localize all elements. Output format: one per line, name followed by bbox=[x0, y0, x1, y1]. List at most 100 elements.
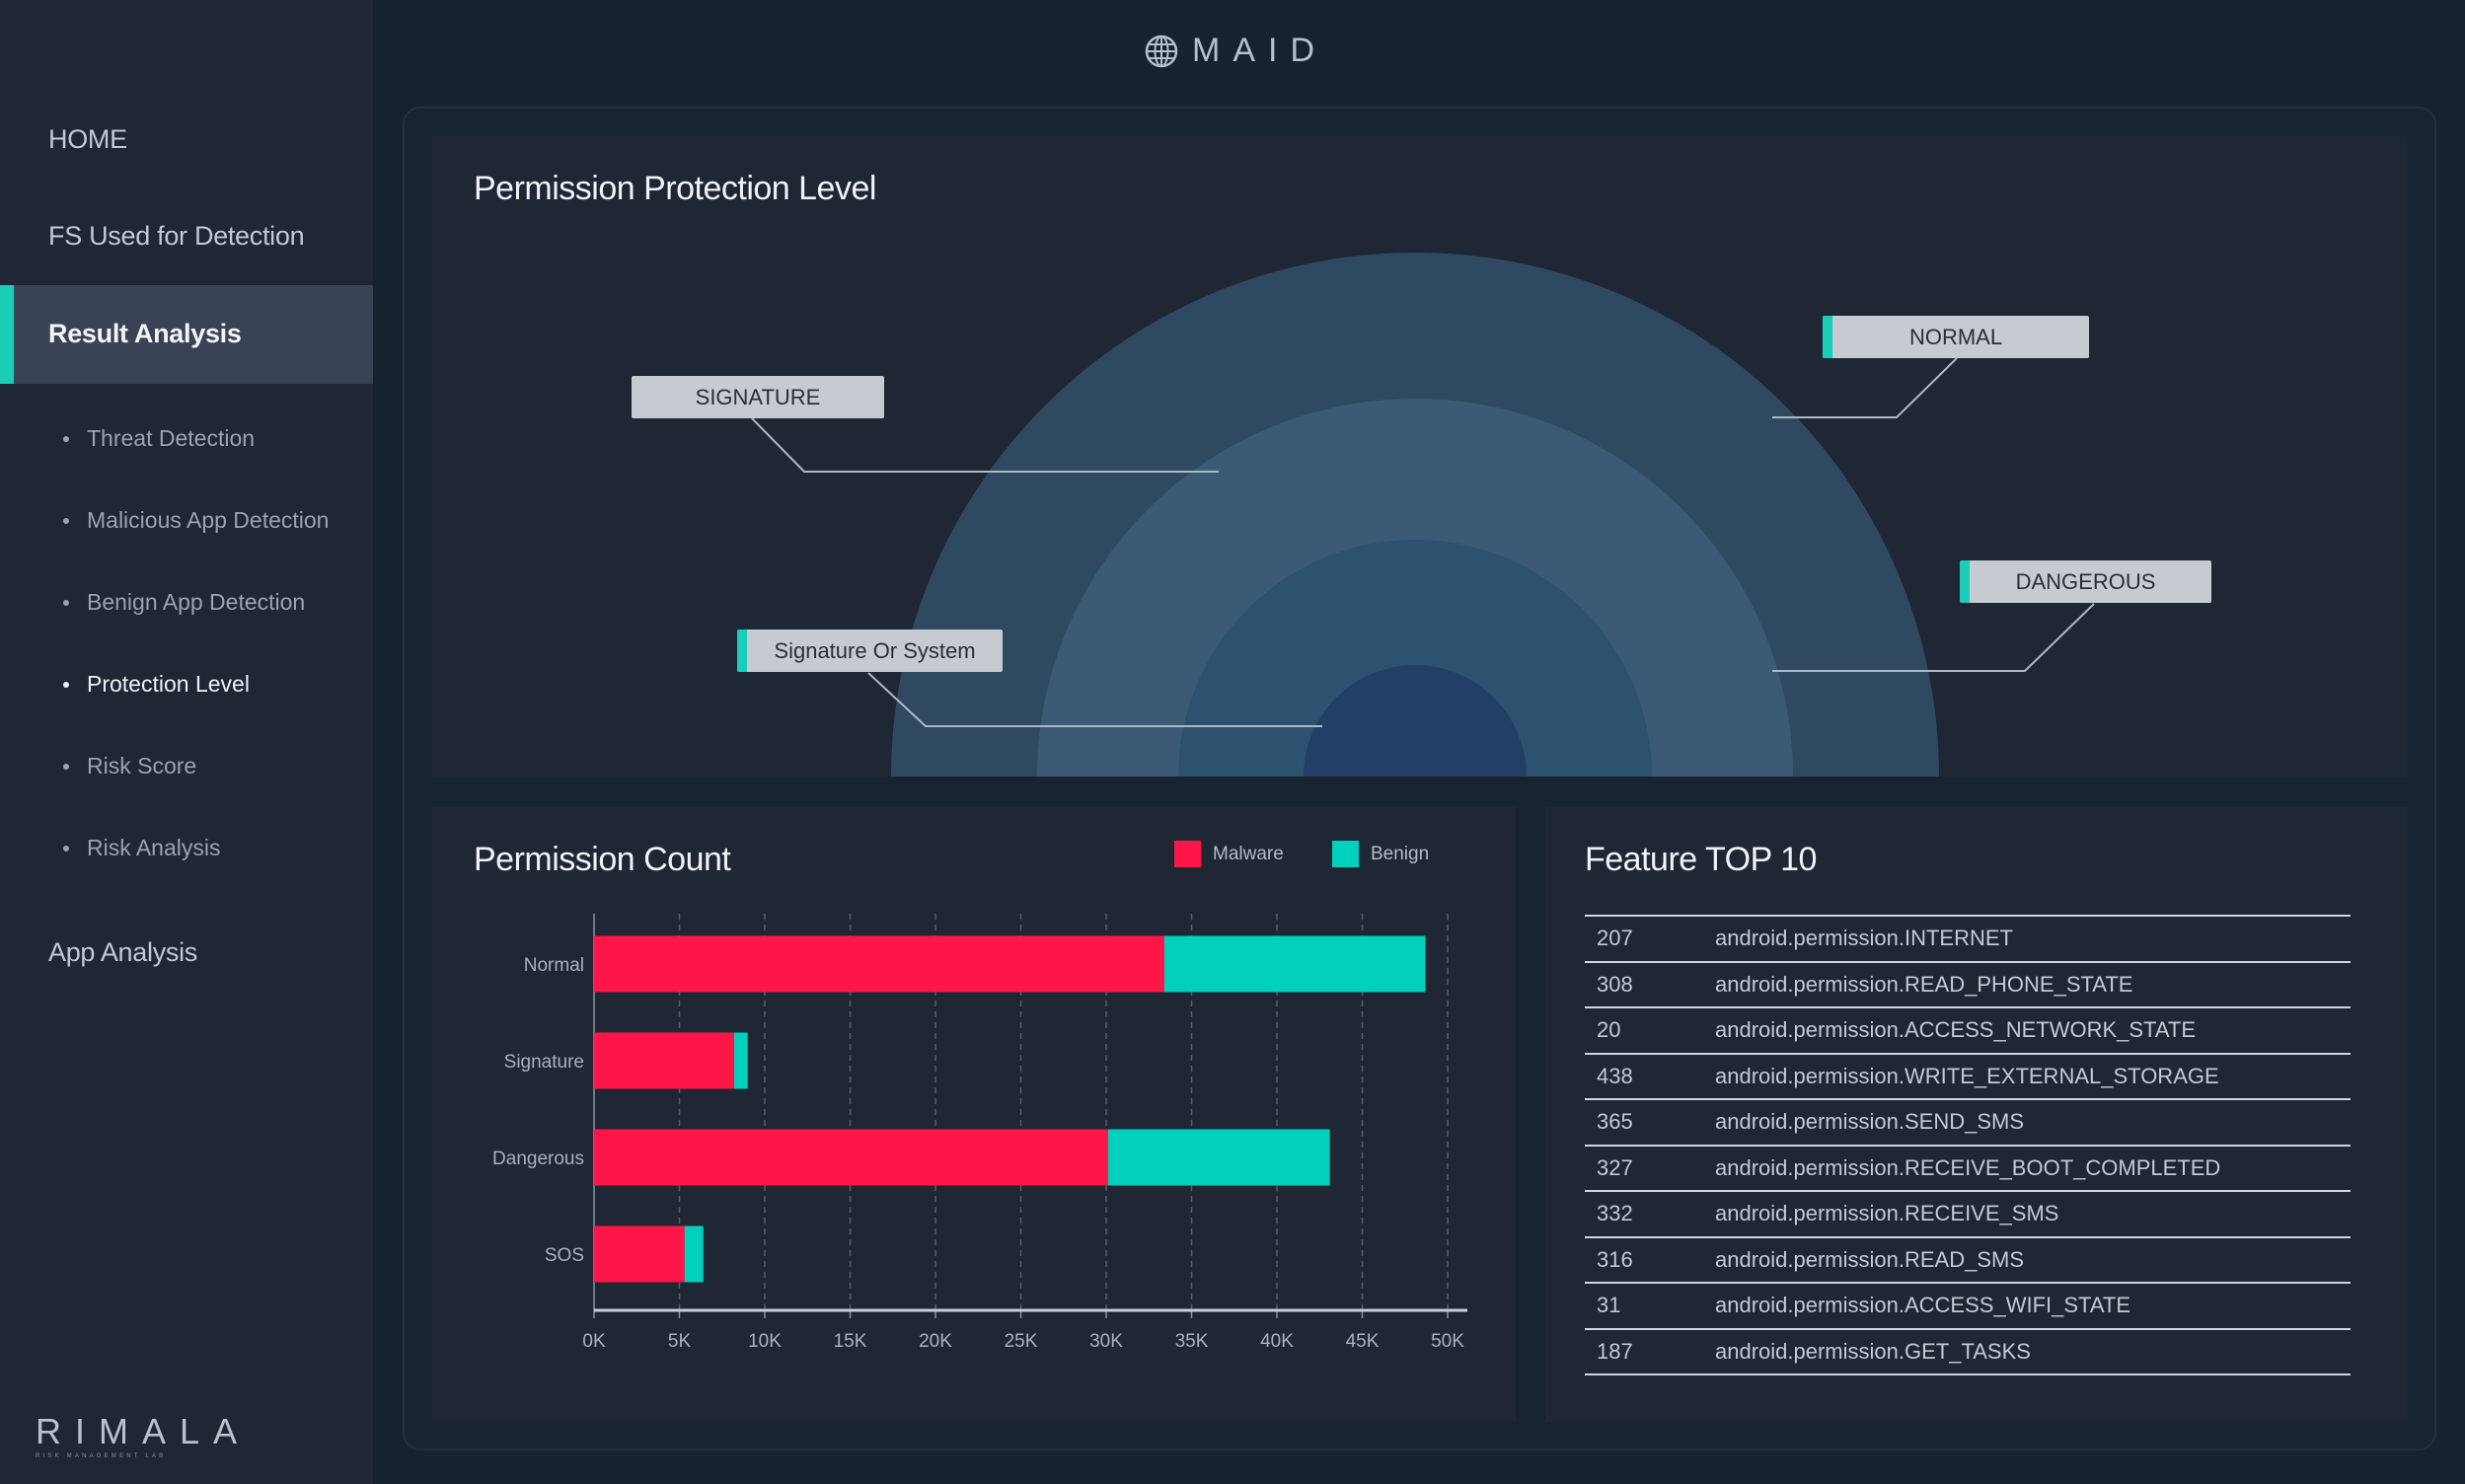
globe-icon bbox=[1145, 35, 1178, 67]
bullet-icon bbox=[63, 763, 69, 770]
bar-benign-dangerous[interactable] bbox=[1107, 1129, 1330, 1186]
app-title: MAID bbox=[1192, 32, 1327, 69]
protection-level-diagram bbox=[751, 253, 2095, 777]
permission-count-chart: 0K 5K 10K 15K 20K 25K 30K 35K 40K 45K 50K Normal Sig… bbox=[492, 914, 1467, 1352]
label-signature[interactable]: SIGNATURE bbox=[632, 376, 884, 418]
bar-malware-sos[interactable] bbox=[594, 1225, 685, 1283]
sidebar-subitem-label: Protection Level bbox=[87, 671, 250, 697]
label-dangerous[interactable]: DANGEROUS bbox=[1960, 560, 2211, 603]
feature-permission: android.permission.SEND_SMS bbox=[1715, 1109, 2025, 1135]
feature-permission: android.permission.ACCESS_NETWORK_STATE bbox=[1715, 1017, 2196, 1043]
feature-id: 20 bbox=[1597, 1017, 1621, 1043]
y-category-label: Normal bbox=[524, 955, 584, 976]
app-header: MAID bbox=[1145, 32, 1327, 70]
x-tick-label: 30K bbox=[1089, 1331, 1123, 1352]
leader-line-normal bbox=[1772, 357, 1958, 418]
label-normal[interactable]: NORMAL bbox=[1823, 316, 2089, 358]
sidebar-subitem-label: Benign App Detection bbox=[87, 589, 306, 615]
feature-id: 316 bbox=[1597, 1246, 1633, 1272]
x-tick-label: 25K bbox=[1005, 1331, 1038, 1352]
x-tick-label: 5K bbox=[668, 1331, 692, 1352]
sidebar-item-label: Result Analysis bbox=[48, 319, 242, 348]
sidebar-subitem-malicious-app-detection[interactable]: Malicious App Detection bbox=[63, 507, 329, 534]
feature-permission: android.permission.ACCESS_WIFI_STATE bbox=[1715, 1293, 2130, 1318]
feature-id: 308 bbox=[1597, 971, 1633, 997]
feature-permission: android.permission.RECEIVE_SMS bbox=[1715, 1201, 2059, 1226]
feature-id: 365 bbox=[1597, 1109, 1633, 1135]
feature-id: 207 bbox=[1597, 926, 1633, 951]
feature-permission: android.permission.WRITE_EXTERNAL_STORAG… bbox=[1715, 1063, 2219, 1088]
sidebar-item-app-analysis[interactable]: App Analysis bbox=[48, 937, 197, 968]
x-tick-label: 45K bbox=[1346, 1331, 1380, 1352]
x-tick-label: 40K bbox=[1260, 1331, 1294, 1352]
feature-id: 327 bbox=[1597, 1154, 1633, 1180]
table-row[interactable]: 327 android.permission.RECEIVE_BOOT_COMPL… bbox=[1585, 1147, 2351, 1192]
bullet-icon bbox=[63, 599, 69, 606]
feature-id: 187 bbox=[1597, 1338, 1633, 1364]
table-row[interactable]: 207 android.permission.INTERNET bbox=[1585, 917, 2351, 963]
table-row[interactable]: 438 android.permission.WRITE_EXTERNAL_STO… bbox=[1585, 1055, 2351, 1100]
sidebar-subitem-label: Malicious App Detection bbox=[87, 507, 330, 533]
label-text: DANGEROUS bbox=[2015, 568, 2156, 594]
table-row[interactable]: 365 android.permission.SEND_SMS bbox=[1585, 1100, 2351, 1147]
sidebar-subitem-label: Threat Detection bbox=[87, 425, 256, 451]
table-row[interactable]: 20 android.permission.ACCESS_NETWORK_STAT… bbox=[1585, 1008, 2351, 1055]
table-row[interactable]: 316 android.permission.READ_SMS bbox=[1585, 1238, 2351, 1284]
sidebar-subitem-label: Risk Score bbox=[87, 753, 197, 779]
accent-bar bbox=[1823, 316, 1832, 358]
accent-bar bbox=[1960, 560, 1970, 603]
bar-malware-normal[interactable] bbox=[594, 935, 1164, 993]
x-tick-label: 10K bbox=[748, 1331, 782, 1352]
app-root: HOME FS Used for Detection Result Analys… bbox=[0, 0, 2465, 1484]
sidebar-subitem-protection-level[interactable]: Protection Level bbox=[63, 671, 250, 698]
bullet-icon bbox=[63, 681, 69, 688]
active-indicator bbox=[0, 285, 14, 384]
label-text: Signature Or System bbox=[774, 637, 976, 663]
sidebar-subitem-benign-app-detection[interactable]: Benign App Detection bbox=[63, 589, 305, 616]
y-category-label: Dangerous bbox=[492, 1149, 584, 1169]
x-tick-label: 35K bbox=[1175, 1331, 1209, 1352]
brand-logo: RIMALA RISK MANAGEMENT LAB bbox=[36, 1411, 251, 1459]
feature-top10-title: Feature TOP 10 bbox=[1585, 841, 1817, 878]
feature-id: 31 bbox=[1597, 1293, 1621, 1318]
label-text: NORMAL bbox=[1908, 324, 2003, 349]
y-category-label: Signature bbox=[504, 1052, 584, 1073]
sidebar-item-result-analysis[interactable]: Result Analysis bbox=[0, 285, 373, 384]
x-tick-label: 50K bbox=[1431, 1331, 1464, 1352]
table-row[interactable]: 332 android.permission.RECEIVE_SMS bbox=[1585, 1192, 2351, 1238]
bullet-icon bbox=[63, 435, 69, 442]
feature-id: 332 bbox=[1597, 1201, 1633, 1226]
feature-permission: android.permission.GET_TASKS bbox=[1715, 1338, 2031, 1364]
bullet-icon bbox=[63, 845, 69, 852]
bar-malware-signature[interactable] bbox=[594, 1032, 734, 1089]
x-tick-label: 15K bbox=[834, 1331, 867, 1352]
sidebar-subitem-label: Risk Analysis bbox=[87, 835, 221, 860]
bar-benign-normal[interactable] bbox=[1163, 935, 1426, 993]
table-row[interactable]: 187 android.permission.GET_TASKS bbox=[1585, 1330, 2351, 1375]
bar-benign-signature[interactable] bbox=[733, 1032, 748, 1089]
sidebar-item-fs-used-for-detection[interactable]: FS Used for Detection bbox=[48, 221, 305, 252]
label-text: SIGNATURE bbox=[695, 384, 821, 409]
sidebar-item-home[interactable]: HOME bbox=[48, 124, 127, 155]
feature-permission: android.permission.INTERNET bbox=[1715, 926, 2013, 951]
permission-count-card: Permission Count Malware Benign 0K 5K 10K 1… bbox=[432, 807, 1516, 1422]
sidebar-subitem-risk-score[interactable]: Risk Score bbox=[63, 753, 196, 779]
feature-permission: android.permission.RECEIVE_BOOT_COMPLETE… bbox=[1715, 1154, 2221, 1180]
sidebar-subitem-risk-analysis[interactable]: Risk Analysis bbox=[63, 835, 220, 861]
bar-benign-sos[interactable] bbox=[684, 1225, 704, 1283]
x-tick-label: 0K bbox=[582, 1331, 606, 1352]
bullet-icon bbox=[63, 517, 69, 524]
y-category-label: SOS bbox=[545, 1245, 584, 1266]
x-tick-label: 20K bbox=[919, 1331, 952, 1352]
sidebar-subitem-threat-detection[interactable]: Threat Detection bbox=[63, 425, 255, 452]
table-row[interactable]: 308 android.permission.READ_PHONE_STATE bbox=[1585, 963, 2351, 1008]
brand-name: RIMALA bbox=[36, 1411, 252, 1451]
bar-malware-dangerous[interactable] bbox=[594, 1129, 1108, 1186]
feature-permission: android.permission.READ_PHONE_STATE bbox=[1715, 971, 2133, 997]
feature-table: 207 android.permission.INTERNET 308 android… bbox=[1585, 915, 2351, 1375]
protection-level-card: Permission Protection Level SIGNATURE Si… bbox=[432, 136, 2408, 777]
label-signature-or-system[interactable]: Signature Or System bbox=[737, 630, 1003, 672]
table-row[interactable]: 31 android.permission.ACCESS_WIFI_STATE bbox=[1585, 1284, 2351, 1330]
feature-id: 438 bbox=[1597, 1063, 1633, 1088]
accent-bar bbox=[737, 630, 747, 672]
